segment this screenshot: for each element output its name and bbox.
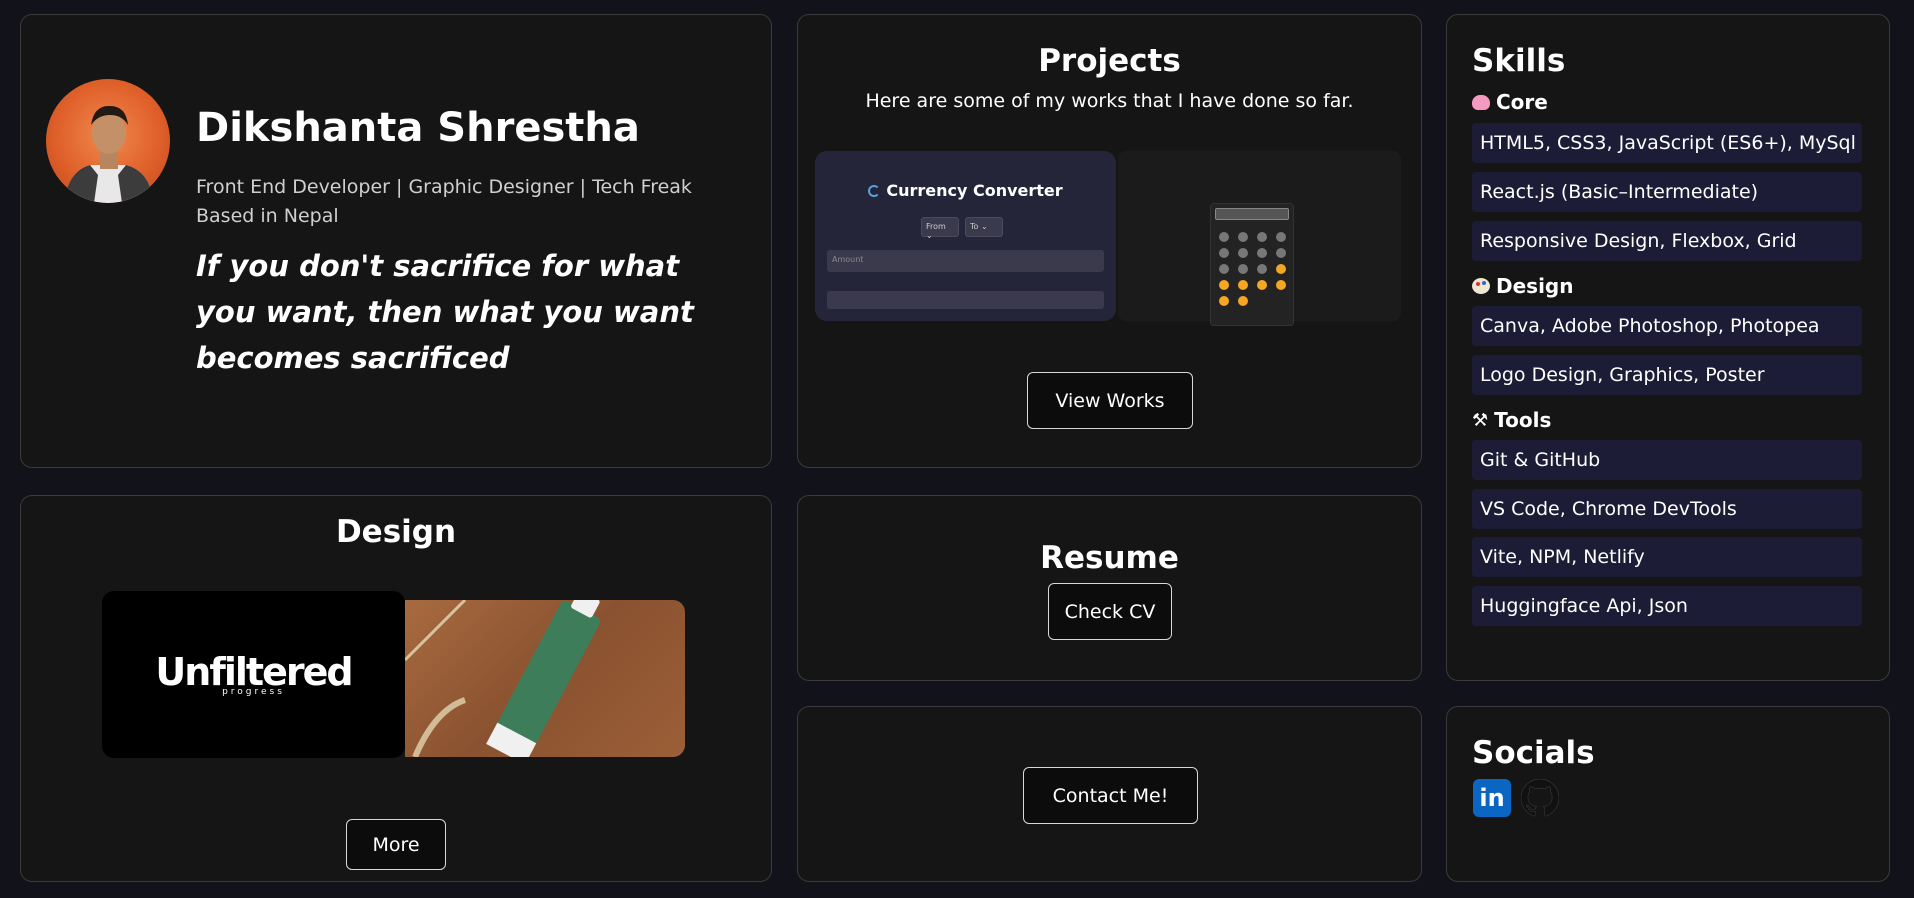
- skill-item: Canva, Adobe Photoshop, Photopea: [1472, 306, 1862, 346]
- skills-title: Skills: [1472, 43, 1566, 79]
- contact-me-button[interactable]: Contact Me!: [1023, 767, 1198, 824]
- skills-heading-core: Core: [1472, 90, 1548, 114]
- skill-item: React.js (Basic–Intermediate): [1472, 172, 1862, 212]
- skill-item: Responsive Design, Flexbox, Grid: [1472, 221, 1862, 261]
- skill-item: Logo Design, Graphics, Poster: [1472, 355, 1862, 395]
- amount-field: Amount: [827, 250, 1104, 272]
- calculator-preview[interactable]: [1118, 151, 1401, 326]
- resume-card: Resume Check CV: [797, 495, 1422, 681]
- profile-quote: If you don't sacrifice for what you want…: [196, 249, 694, 375]
- tools-icon: ⚒: [1472, 409, 1489, 431]
- skill-item: Git & GitHub: [1472, 440, 1862, 480]
- profile-roles: Front End Developer | Graphic Designer |…: [196, 176, 692, 198]
- tube-graphic: [405, 600, 600, 757]
- to-select: To ⌄: [965, 217, 1003, 237]
- view-works-button[interactable]: View Works: [1027, 372, 1193, 429]
- check-cv-button[interactable]: Check CV: [1048, 583, 1172, 640]
- profile-location: Based in Nepal: [196, 205, 339, 227]
- socials-card: Socials in: [1446, 706, 1890, 882]
- from-select: From ⌄: [921, 217, 959, 240]
- design-title: Design: [335, 514, 457, 550]
- calculator-body: [1210, 203, 1294, 326]
- linkedin-icon[interactable]: in: [1473, 779, 1511, 817]
- projects-title: Projects: [1038, 43, 1181, 79]
- currency-converter-title: Currency Converter: [886, 181, 1063, 200]
- skills-heading-tools: ⚒ Tools: [1472, 408, 1552, 432]
- github-icon[interactable]: [1520, 778, 1560, 817]
- product-tube-image[interactable]: [405, 600, 685, 757]
- calculator-keys: [1219, 232, 1286, 306]
- logo-sub: progress: [222, 686, 285, 697]
- projects-card: Projects Here are some of my works that …: [797, 14, 1422, 468]
- avatar: [46, 79, 170, 203]
- projects-subtitle: Here are some of my works that I have do…: [865, 90, 1354, 112]
- contact-card: Contact Me!: [797, 706, 1422, 882]
- resume-title: Resume: [1040, 540, 1179, 576]
- convert-bar: [827, 291, 1104, 309]
- palette-icon: [1472, 278, 1490, 294]
- refresh-icon: [868, 184, 881, 197]
- design-card: Design Unfiltered progress More: [20, 495, 772, 882]
- skill-item: Huggingface Api, Json: [1472, 586, 1862, 626]
- currency-converter-preview[interactable]: Currency Converter From ⌄ To ⌄ Amount: [815, 151, 1116, 321]
- unfiltered-logo-image[interactable]: Unfiltered progress: [102, 591, 405, 758]
- skill-item: Vite, NPM, Netlify: [1472, 537, 1862, 577]
- skill-item: VS Code, Chrome DevTools: [1472, 489, 1862, 529]
- profile-card: Dikshanta Shrestha Front End Developer |…: [20, 14, 772, 468]
- logo-word: Unfiltered: [155, 649, 353, 694]
- brain-icon: [1472, 94, 1490, 110]
- skills-heading-design: Design: [1472, 274, 1573, 298]
- profile-name: Dikshanta Shrestha: [196, 105, 640, 151]
- skills-card: Skills Core HTML5, CSS3, JavaScript (ES6…: [1446, 14, 1890, 681]
- skill-item: HTML5, CSS3, JavaScript (ES6+), MySql: [1472, 123, 1862, 163]
- more-button[interactable]: More: [346, 819, 446, 870]
- socials-title: Socials: [1472, 735, 1595, 771]
- person-photo: [64, 105, 154, 203]
